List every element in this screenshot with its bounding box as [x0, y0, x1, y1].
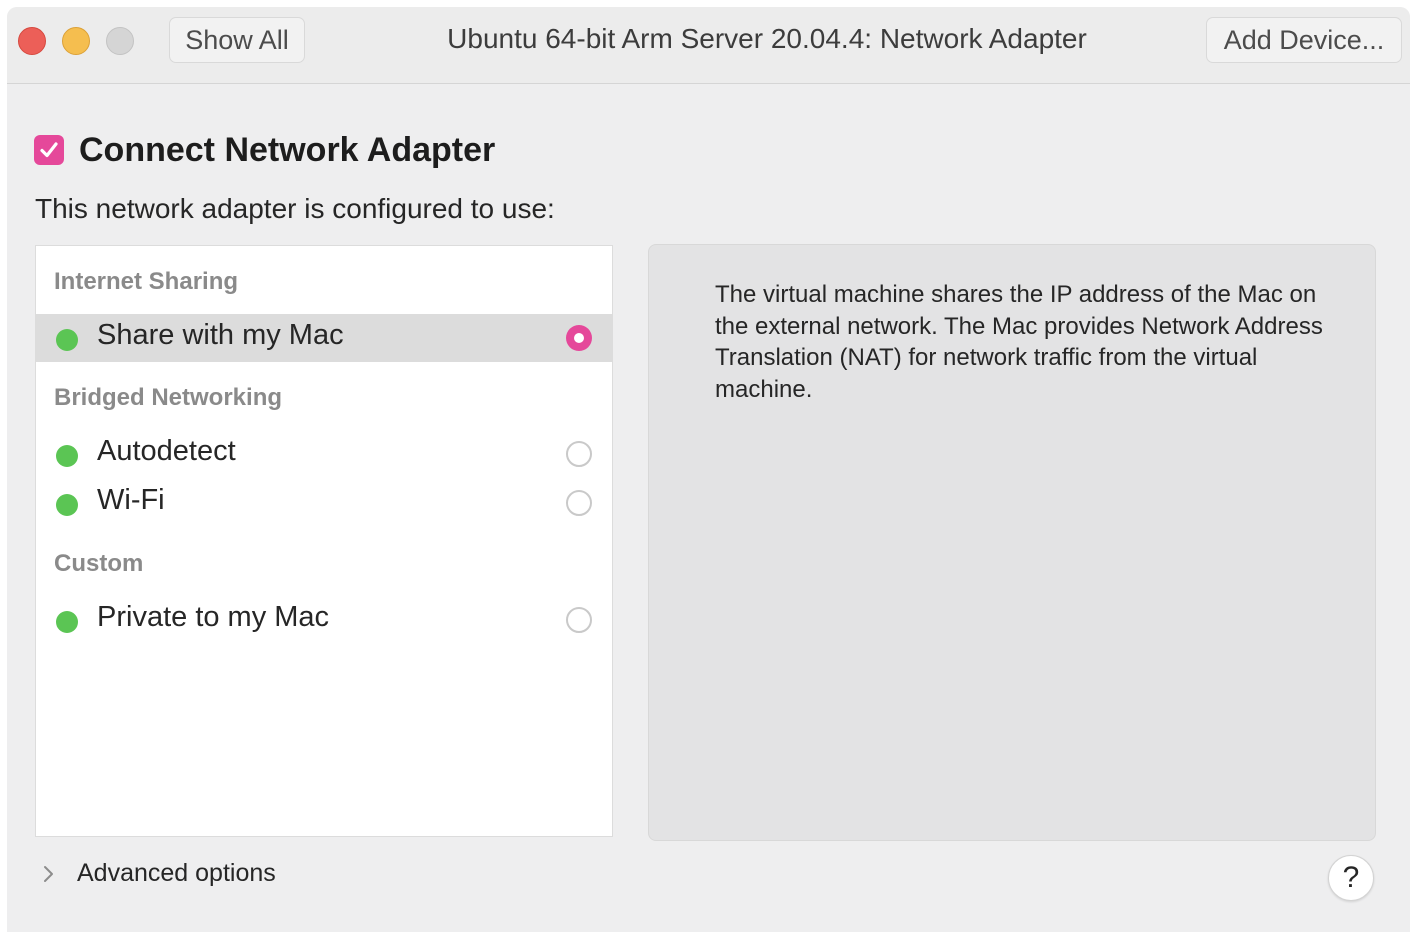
group-header-custom: Custom	[54, 550, 144, 577]
green-status-dot-icon	[56, 329, 78, 351]
description-panel: The virtual machine shares the IP addres…	[648, 244, 1376, 841]
configured-to-use-label: This network adapter is configured to us…	[35, 193, 555, 224]
connect-network-adapter-checkbox[interactable]	[34, 135, 64, 165]
green-status-dot-icon	[56, 611, 78, 633]
list-item-label: Autodetect	[97, 435, 236, 467]
green-status-dot-icon	[56, 494, 78, 516]
network-source-list: Internet Sharing Share with my Mac Bridg…	[35, 245, 613, 837]
radio-autodetect[interactable]	[566, 441, 592, 467]
radio-private-to-my-mac[interactable]	[566, 607, 592, 633]
show-all-button[interactable]: Show All	[169, 17, 305, 63]
title-bar: Show All Ubuntu 64-bit Arm Server 20.04.…	[7, 7, 1410, 84]
list-item-label: Private to my Mac	[97, 601, 330, 633]
list-item-wi-fi[interactable]: Wi-Fi	[36, 479, 612, 527]
window-title: Ubuntu 64-bit Arm Server 20.04.4: Networ…	[447, 23, 1087, 54]
add-device-button[interactable]: Add Device...	[1206, 17, 1402, 63]
list-item-autodetect[interactable]: Autodetect	[36, 430, 612, 478]
group-header-bridged-networking: Bridged Networking	[54, 384, 283, 411]
network-adapter-window: Show All Ubuntu 64-bit Arm Server 20.04.…	[7, 7, 1410, 932]
zoom-window-button[interactable]	[106, 27, 134, 55]
description-text: The virtual machine shares the IP addres…	[715, 281, 1323, 403]
chevron-right-icon[interactable]	[37, 863, 59, 885]
list-item-share-with-my-mac[interactable]: Share with my Mac	[36, 314, 612, 362]
advanced-options-label[interactable]: Advanced options	[77, 859, 276, 888]
list-item-label: Share with my Mac	[97, 319, 344, 351]
radio-share-with-my-mac[interactable]	[566, 325, 592, 351]
close-window-button[interactable]	[18, 27, 46, 55]
minimize-window-button[interactable]	[62, 27, 90, 55]
checkmark-icon	[40, 142, 58, 158]
green-status-dot-icon	[56, 445, 78, 467]
group-header-internet-sharing: Internet Sharing	[54, 268, 239, 295]
help-button[interactable]: ?	[1328, 855, 1374, 901]
list-item-private-to-my-mac[interactable]: Private to my Mac	[36, 596, 612, 644]
radio-wi-fi[interactable]	[566, 490, 592, 516]
list-item-label: Wi-Fi	[97, 484, 165, 516]
connect-network-adapter-label[interactable]: Connect Network Adapter	[79, 131, 495, 170]
